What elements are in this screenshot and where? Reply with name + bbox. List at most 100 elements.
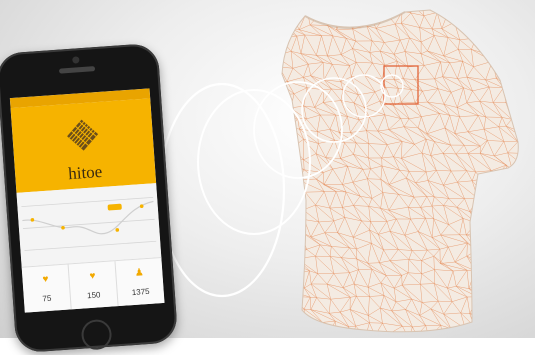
graph-svg xyxy=(16,183,161,267)
mesh-line xyxy=(278,16,289,27)
mesh-line xyxy=(272,258,285,277)
mesh-line xyxy=(289,180,297,186)
mesh-line xyxy=(284,288,304,289)
mesh-line xyxy=(509,0,517,14)
mesh-line xyxy=(520,9,529,26)
mesh-line xyxy=(302,326,307,335)
mesh-line xyxy=(285,0,307,11)
mesh-line xyxy=(278,67,279,82)
mesh-line xyxy=(307,11,321,12)
mesh-line xyxy=(465,326,474,329)
mesh-line xyxy=(519,289,530,301)
mesh-line xyxy=(519,218,530,222)
mesh-line xyxy=(284,277,285,289)
mesh-line xyxy=(523,153,532,172)
mesh-line xyxy=(528,92,535,94)
mesh-line xyxy=(483,29,490,43)
mesh-line xyxy=(480,4,506,16)
mesh-line xyxy=(437,11,449,13)
mesh-line xyxy=(524,119,528,133)
mesh-line xyxy=(498,231,518,248)
mesh-line xyxy=(291,233,306,249)
home-button[interactable] xyxy=(81,319,113,351)
mesh-line xyxy=(499,22,509,23)
mesh-line xyxy=(392,0,402,12)
mesh-line xyxy=(402,0,421,4)
mesh-line xyxy=(519,103,528,118)
mesh-line xyxy=(530,39,533,53)
mesh-line xyxy=(520,26,535,41)
mesh-line xyxy=(458,329,466,338)
smartphone: hitoe ♥ 75 xyxy=(0,43,178,354)
mesh-line xyxy=(531,192,535,195)
metric-heart-rate[interactable]: ♥ 75 xyxy=(22,264,72,312)
mesh-line xyxy=(467,15,475,22)
mesh-line xyxy=(508,180,531,195)
mesh-line xyxy=(518,51,535,66)
mesh-line xyxy=(532,25,535,41)
mesh-line xyxy=(524,251,526,258)
metric-heart-peak[interactable]: ♥ 150 xyxy=(69,261,119,310)
mesh-line xyxy=(483,283,493,299)
mesh-line xyxy=(518,273,519,288)
mesh-line xyxy=(456,0,474,15)
mesh-line xyxy=(519,2,535,12)
mesh-line xyxy=(388,334,407,338)
mesh-line xyxy=(531,196,535,205)
mesh-line xyxy=(517,299,530,301)
mesh-line xyxy=(529,9,535,12)
mesh-line xyxy=(488,322,493,338)
mesh-line xyxy=(291,232,301,233)
mesh-line xyxy=(506,16,509,23)
mesh-line xyxy=(336,11,344,14)
mesh-line xyxy=(285,259,297,260)
mesh-line xyxy=(272,206,289,209)
mesh-line xyxy=(475,15,493,17)
mesh-line xyxy=(525,310,535,324)
mesh-line xyxy=(301,0,308,11)
mesh-line xyxy=(504,328,513,336)
mesh-line xyxy=(514,63,530,65)
mesh-line xyxy=(485,335,493,338)
mesh-line xyxy=(487,197,492,211)
mesh-line xyxy=(519,75,534,81)
mesh-line xyxy=(509,0,529,9)
mesh-line xyxy=(275,56,280,67)
mesh-line xyxy=(512,170,522,178)
mesh-line xyxy=(273,25,280,37)
mesh-line xyxy=(488,225,498,231)
diamond-weave-logo-icon xyxy=(63,116,101,154)
mesh-line xyxy=(278,250,297,251)
mesh-line xyxy=(492,328,504,338)
mesh-line xyxy=(528,141,535,146)
mesh-line xyxy=(492,16,506,17)
mesh-line xyxy=(530,65,534,81)
mesh-line xyxy=(279,132,293,147)
mesh-line xyxy=(510,63,514,77)
mesh-line xyxy=(451,328,458,338)
signal-ring-icon xyxy=(160,84,284,296)
mesh-line xyxy=(485,211,488,224)
mesh-line xyxy=(495,48,515,63)
mesh-line xyxy=(273,25,290,28)
mesh-line xyxy=(311,0,328,3)
mesh-line xyxy=(509,282,517,299)
mesh-line xyxy=(298,220,304,224)
mesh-line xyxy=(498,262,518,274)
mesh-line xyxy=(284,327,291,328)
mesh-line xyxy=(481,179,498,194)
mesh-line xyxy=(273,16,278,25)
mesh-line xyxy=(478,197,487,198)
mesh-line xyxy=(513,205,530,222)
mesh-line xyxy=(519,204,530,222)
mesh-line xyxy=(301,0,322,12)
mesh-line xyxy=(506,298,511,313)
earpiece-speaker xyxy=(59,66,95,73)
mesh-line xyxy=(519,103,534,106)
mesh-line xyxy=(278,250,285,260)
mesh-line xyxy=(322,322,325,338)
mesh-line xyxy=(272,194,280,206)
metric-steps[interactable]: ♟ 1375 xyxy=(115,258,164,307)
mesh-line xyxy=(301,220,304,232)
mesh-line xyxy=(474,322,488,326)
